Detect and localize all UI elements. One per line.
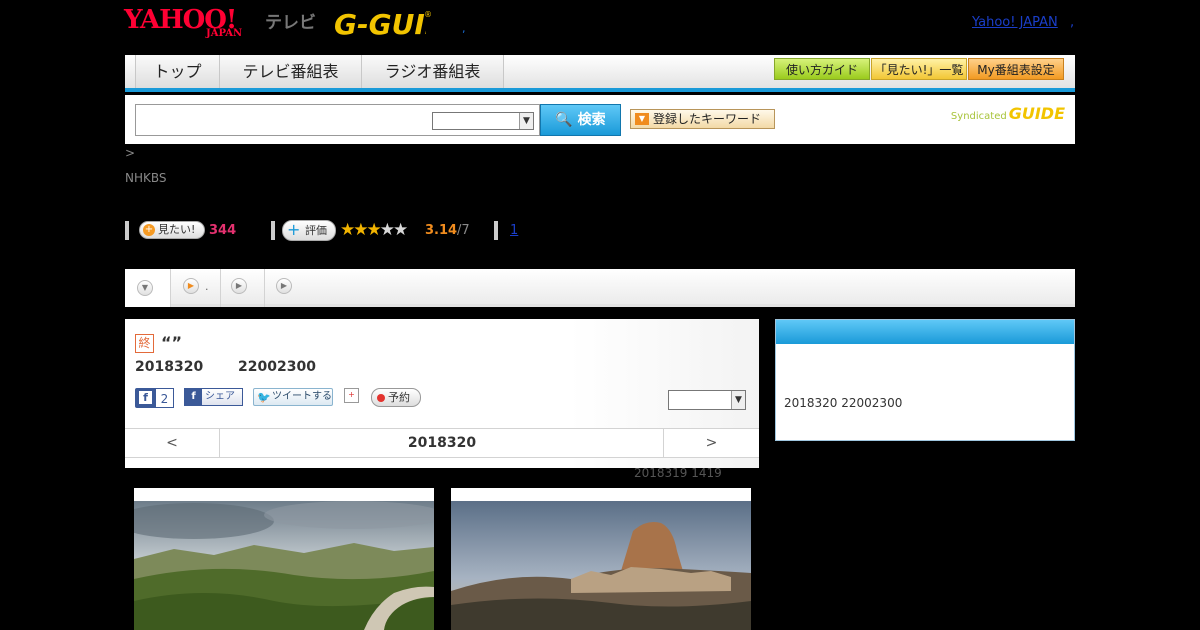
divider bbox=[125, 221, 129, 240]
program-photo-hills-road[interactable] bbox=[134, 488, 434, 630]
yahoo-japan-logo[interactable]: YAHOO! JAPAN bbox=[124, 6, 264, 42]
program-tab-3[interactable]: ▶ bbox=[221, 269, 265, 307]
next-day-button[interactable]: > bbox=[663, 429, 759, 457]
mitai-button[interactable]: + 見たい! bbox=[139, 221, 205, 239]
play-icon: ▶ bbox=[183, 278, 199, 294]
facebook-share-label: シェア bbox=[205, 391, 235, 402]
rating-value: 3.14 bbox=[425, 223, 458, 238]
program-photo-hilltop-village[interactable] bbox=[451, 488, 751, 630]
facebook-like-count: 2 bbox=[155, 388, 174, 408]
program-detail-box: 終 “” 2018320 22002300 f 2 f シェア 🐦 ツイートする… bbox=[125, 319, 759, 468]
nav-tab-tv-listings[interactable]: テレビ番組表 bbox=[220, 55, 362, 88]
rating-stars: ★★★★★ bbox=[340, 220, 408, 240]
star-filled-icon: ★ bbox=[340, 220, 355, 240]
play-icon: ▶ bbox=[276, 278, 292, 294]
gguide-logo[interactable]: G-GUIDE ® bbox=[334, 6, 467, 42]
chevron-down-icon: ▼ bbox=[731, 391, 745, 409]
mitai-list-button[interactable]: 「見たい!」一覧 bbox=[871, 58, 967, 80]
chevron-down-icon: ▼ bbox=[519, 113, 533, 129]
gguide-logo-text: G-GUIDE bbox=[334, 8, 426, 40]
play-icon: ▶ bbox=[231, 278, 247, 294]
star-empty-icon: ★ bbox=[379, 220, 395, 240]
program-time: 22002300 bbox=[238, 359, 316, 375]
program-title: “” bbox=[161, 333, 183, 352]
syndicated-gguide-logo: Syndicated GUIDE bbox=[951, 104, 1065, 123]
tweet-label: ツイートする bbox=[272, 391, 332, 402]
twitter-bird-icon: 🐦 bbox=[257, 391, 271, 404]
star-filled-icon: ★ bbox=[366, 220, 382, 240]
side-panel: 2018320 22002300 bbox=[775, 319, 1075, 441]
side-panel-datetime: 2018320 22002300 bbox=[784, 396, 903, 410]
photo-hilltop-village-image bbox=[451, 501, 751, 630]
star-empty-icon: ★ bbox=[393, 220, 408, 240]
program-tab-2-label: . bbox=[205, 280, 209, 293]
yahoo-logo-sub: JAPAN bbox=[206, 28, 243, 39]
side-panel-header bbox=[776, 320, 1074, 344]
plus-icon: + bbox=[143, 224, 155, 236]
divider bbox=[494, 221, 498, 240]
last-updated-timestamp: 2018319 1419 bbox=[634, 466, 722, 480]
syndicated-label: Syndicated bbox=[950, 111, 1007, 122]
yahoo-japan-link[interactable]: Yahoo! JAPAN bbox=[972, 15, 1058, 30]
program-date: 2018320 bbox=[135, 359, 204, 375]
search-bar: ▼ 🔍 検索 ▼ 登録したキーワード Syndicated GUIDE bbox=[125, 95, 1075, 144]
main-nav-bar: トップ テレビ番組表 ラジオ番組表 使い方ガイド 「見たい!」一覧 My番組表設… bbox=[125, 55, 1075, 92]
gguide-logo-mark: G-GUIDE bbox=[334, 8, 467, 41]
nav-tab-top[interactable]: トップ bbox=[135, 55, 220, 88]
plus-icon: + bbox=[287, 220, 301, 239]
yahoo-logo-text: YAHOO! bbox=[124, 5, 237, 35]
dropdown-arrow-icon: ▼ bbox=[635, 113, 649, 125]
rate-label: 評価 bbox=[305, 224, 327, 237]
reserve-recording-button[interactable]: 予約 bbox=[371, 388, 421, 407]
reserve-label: 予約 bbox=[388, 391, 410, 404]
rate-button[interactable]: + 評価 bbox=[282, 220, 336, 241]
my-listings-settings-button[interactable]: My番組表設定 bbox=[968, 58, 1064, 80]
date-navigation: < 2018320 > bbox=[125, 428, 759, 458]
ended-badge: 終 bbox=[135, 334, 154, 353]
divider bbox=[271, 221, 275, 240]
program-tab-1[interactable]: ▼ bbox=[125, 269, 171, 307]
program-tab-2[interactable]: ▶ . bbox=[171, 269, 221, 307]
previous-day-button[interactable]: < bbox=[125, 429, 220, 457]
mitai-label: 見たい! bbox=[158, 223, 196, 236]
facebook-icon: f bbox=[185, 389, 202, 405]
star-filled-icon: ★ bbox=[353, 220, 368, 240]
facebook-icon: f bbox=[139, 391, 152, 404]
calendar-add-icon[interactable]: + bbox=[344, 388, 359, 403]
nav-tab-radio-listings[interactable]: ラジオ番組表 bbox=[362, 55, 504, 88]
syndicated-logo-text: GUIDE bbox=[1008, 104, 1065, 123]
tv-logo-label[interactable]: テレビ bbox=[265, 8, 316, 33]
search-category-select[interactable]: ▼ bbox=[432, 112, 534, 130]
rating-count: /7 bbox=[457, 223, 470, 238]
mitai-count: 344 bbox=[209, 223, 237, 238]
search-button[interactable]: 🔍 検索 bbox=[540, 104, 621, 136]
registered-mark: ® bbox=[424, 10, 432, 19]
registered-keywords-label: 登録したキーワード bbox=[653, 112, 762, 126]
record-dot-icon bbox=[377, 394, 385, 402]
channel-name: NHKBS bbox=[125, 171, 167, 185]
registered-keywords-button[interactable]: ▼ 登録したキーワード bbox=[630, 109, 775, 129]
breadcrumb[interactable]: > bbox=[125, 146, 135, 160]
chevron-down-icon: ▼ bbox=[137, 280, 153, 296]
program-action-select[interactable]: ▼ bbox=[668, 390, 746, 410]
program-tab-4[interactable]: ▶ bbox=[265, 269, 309, 307]
facebook-like-button[interactable]: f 2 bbox=[135, 388, 174, 408]
header-separator: , bbox=[462, 22, 466, 35]
photo-hills-road-image bbox=[134, 501, 434, 630]
current-date-label: 2018320 bbox=[407, 435, 477, 451]
tweet-button[interactable]: 🐦 ツイートする bbox=[253, 388, 333, 406]
facebook-share-button[interactable]: f シェア bbox=[184, 388, 243, 406]
header-link-separator: , bbox=[1070, 15, 1075, 30]
usage-guide-button[interactable]: 使い方ガイド bbox=[774, 58, 870, 80]
reviews-link[interactable]: 1 bbox=[510, 223, 518, 238]
program-tab-strip: ▼ ▶ . ▶ ▶ bbox=[125, 269, 1075, 307]
